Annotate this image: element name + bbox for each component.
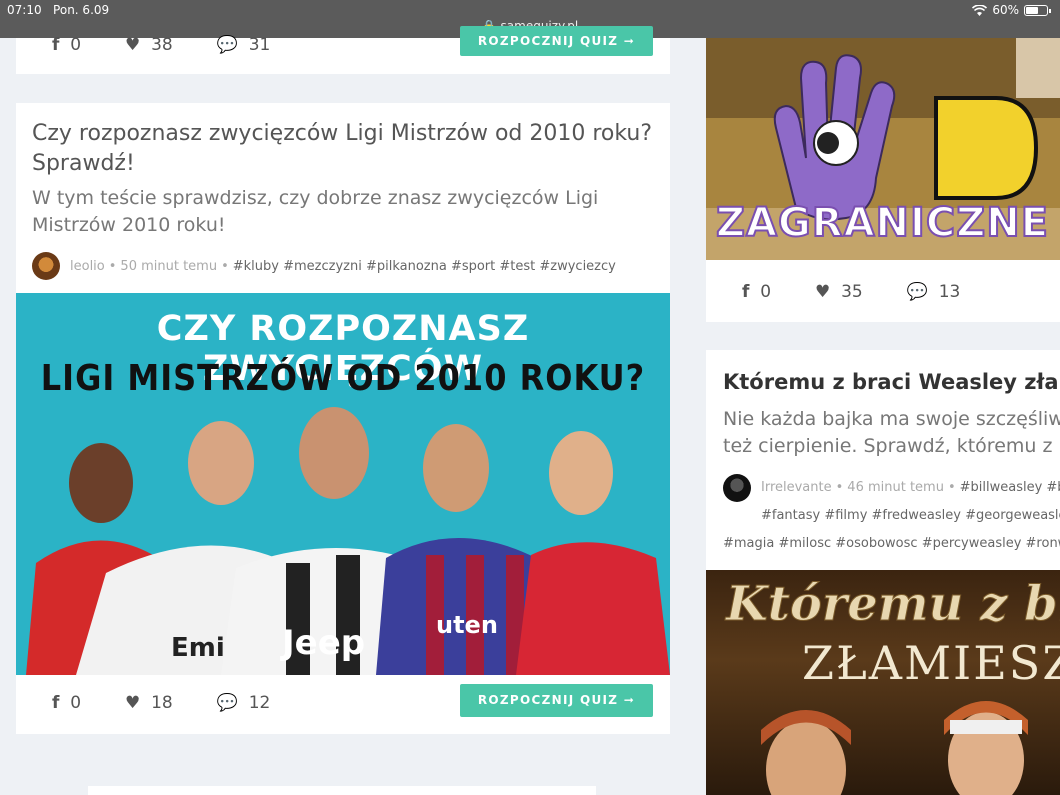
quiz-card-right-top: Do ZAGRANICZNE I f 0 ♥ 35 💬 13 — [706, 38, 1060, 322]
author-avatar[interactable] — [723, 474, 751, 502]
cover-heading-zagraniczne: ZAGRANICZNE I — [715, 199, 1060, 247]
facebook-share[interactable]: f 0 — [742, 282, 771, 302]
facebook-icon: f — [52, 35, 60, 55]
shirt-sponsor-rakuten: uten — [436, 611, 498, 639]
quiz-tags-line-2[interactable]: #fantasy #filmy #fredweasley #georgeweas… — [723, 502, 1060, 530]
author-avatar[interactable] — [32, 252, 60, 280]
fb-count: 0 — [760, 282, 772, 302]
battery-icon — [1024, 4, 1051, 16]
quiz-tags[interactable]: #kluby #mezczyzni #pilkanozna #sport #te… — [233, 259, 616, 274]
quiz-cover-image[interactable]: Któremu z bra ZŁAMIESZ — [706, 570, 1060, 795]
author-name[interactable]: Irrelevante — [761, 474, 832, 502]
quiz-tags-line-3[interactable]: #magia #milosc #osobowosc #percyweasley … — [723, 530, 1060, 558]
facebook-share[interactable]: f 0 — [52, 35, 81, 55]
quiz-title[interactable]: Któremu z braci Weasley złami — [723, 367, 1060, 397]
card-stats: f 0 ♥ 18 💬 12 — [52, 693, 270, 713]
comment-icon: 💬 — [906, 282, 928, 302]
card-stats: f 0 ♥ 35 💬 13 — [742, 282, 960, 302]
quiz-card-previous: f 0 ♥ 38 💬 31 ROZPOCZNIJ QUIZ ➞ — [16, 26, 670, 74]
fb-count: 0 — [70, 693, 82, 713]
wifi-icon — [972, 4, 988, 16]
comment-icon: 💬 — [216, 35, 238, 55]
post-time: 50 minut temu — [120, 258, 218, 274]
quiz-cover-image[interactable]: Do ZAGRANICZNE I — [706, 38, 1060, 260]
comment-icon: 💬 — [216, 693, 238, 713]
heart-icon: ♥ — [125, 693, 141, 713]
comments-link[interactable]: 💬 31 — [217, 35, 271, 55]
fb-count: 0 — [70, 35, 82, 55]
like-button[interactable]: ♥ 18 — [125, 693, 173, 713]
heart-icon: ♥ — [815, 282, 831, 302]
facebook-icon: f — [742, 282, 750, 302]
author-name[interactable]: leolio — [70, 259, 105, 274]
comments-link[interactable]: 💬 12 — [217, 693, 271, 713]
like-count: 38 — [151, 35, 173, 55]
status-time: 07:10 — [7, 3, 42, 17]
start-quiz-button[interactable]: ROZPOCZNIJ QUIZ ➞ — [460, 26, 653, 56]
start-quiz-button[interactable]: ROZPOCZNIJ QUIZ ➞ — [460, 684, 653, 717]
status-time-date: 07:10 Pon. 6.09 — [7, 3, 109, 17]
card-stats: f 0 ♥ 38 💬 31 — [52, 35, 270, 55]
quiz-meta: Irrelevante • 46 minut temu • #billweasl… — [723, 474, 1060, 558]
comment-count: 12 — [248, 693, 271, 713]
quiz-description: Nie każda bajka ma swoje szczęśliwe też … — [723, 406, 1060, 460]
quiz-description: W tym teście sprawdzisz, czy dobrze znas… — [32, 187, 599, 236]
next-card-partial — [88, 786, 596, 795]
like-button[interactable]: ♥ 38 — [125, 35, 173, 55]
facebook-share[interactable]: f 0 — [52, 693, 81, 713]
quiz-card-champions-league: Czy rozpoznasz zwycięzców Ligi Mistrzów … — [16, 103, 670, 734]
like-count: 18 — [151, 693, 173, 713]
quiz-title[interactable]: Czy rozpoznasz zwycięzców Ligi Mistrzów … — [32, 119, 662, 179]
players-illustration — [26, 407, 670, 675]
comments-link[interactable]: 💬 13 — [907, 282, 961, 302]
description-line-2: też cierpienie. Sprawdź, któremu z br — [723, 435, 1060, 457]
description-line-1: Nie każda bajka ma swoje szczęśliwe — [723, 408, 1060, 430]
battery-percent: 60% — [992, 3, 1019, 17]
status-date: Pon. 6.09 — [53, 3, 110, 17]
like-button[interactable]: ♥ 35 — [815, 282, 863, 302]
quiz-card-weasley: Któremu z braci Weasley złami Nie każda … — [706, 350, 1060, 795]
quiz-tags-line-1[interactable]: #billweasley #br — [960, 474, 1060, 502]
shirt-sponsor-jeep: Jeep — [282, 623, 366, 663]
post-time: 46 minut temu — [847, 480, 944, 495]
like-count: 35 — [841, 282, 863, 302]
quiz-meta: leolio • 50 minut temu • #kluby #mezczyz… — [32, 252, 662, 280]
facebook-icon: f — [52, 693, 60, 713]
quiz-cover-image[interactable]: CZY ROZPOZNASZ ZWYCIĘZCÓW LIGI MISTRZÓW … — [16, 293, 670, 675]
shirt-sponsor-emirates: Emi — [171, 633, 225, 663]
status-right: 60% — [972, 3, 1051, 17]
comment-count: 31 — [248, 35, 271, 55]
weasley-brothers-illustration — [761, 701, 1028, 795]
comment-count: 13 — [938, 282, 961, 302]
heart-icon: ♥ — [125, 35, 141, 55]
